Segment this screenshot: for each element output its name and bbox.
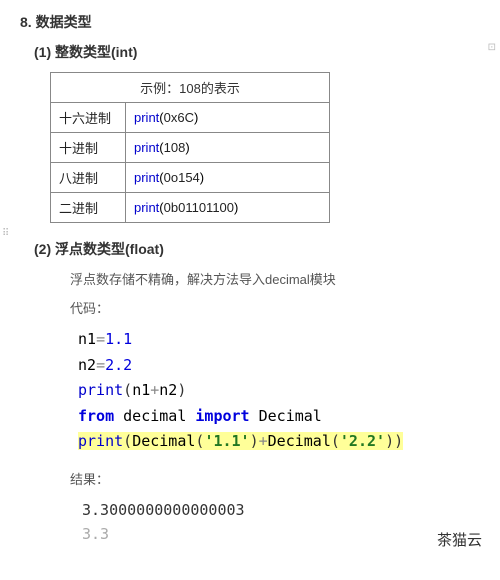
code-line: print(n1+n2) xyxy=(78,378,480,404)
code-line: n1=1.1 xyxy=(78,327,480,353)
table-row: 八进制 print(0o154) xyxy=(51,163,330,193)
row-label: 十六进制 xyxy=(51,103,126,133)
output-block: 3.3000000000000003 3.3 xyxy=(82,498,480,546)
section-number: 8. xyxy=(20,14,32,30)
row-code: print(0x6C) xyxy=(126,103,330,133)
watermark-text: 茶猫云 xyxy=(437,529,482,550)
code-line: from decimal import Decimal xyxy=(78,404,480,430)
subsection-1-title: (1) 整数类型(int) xyxy=(34,42,480,62)
section-title-text: 数据类型 xyxy=(36,14,92,30)
row-code: print(108) xyxy=(126,133,330,163)
row-label: 八进制 xyxy=(51,163,126,193)
int-representation-table: 示例：108的表示 十六进制 print(0x6C) 十进制 print(108… xyxy=(50,72,330,223)
code-line: print(Decimal('1.1')+Decimal('2.2')) xyxy=(78,429,480,455)
margin-marker-right: ⊡ xyxy=(488,42,496,53)
table-header: 示例：108的表示 xyxy=(51,73,330,103)
float-description: 浮点数存储不精确，解决方法导入decimal模块 xyxy=(70,269,480,288)
subsection-2-title: (2) 浮点数类型(float) xyxy=(34,239,480,259)
row-code: print(0o154) xyxy=(126,163,330,193)
row-label: 二进制 xyxy=(51,193,126,223)
table-row: 十六进制 print(0x6C) xyxy=(51,103,330,133)
table-row: 十进制 print(108) xyxy=(51,133,330,163)
code-block: n1=1.1 n2=2.2 print(n1+n2) from decimal … xyxy=(78,327,480,455)
code-label: 代码： xyxy=(70,298,480,317)
section-heading: 8. 数据类型 xyxy=(20,12,480,32)
table-row: 二进制 print(0b01101100) xyxy=(51,193,330,223)
output-line: 3.3 xyxy=(82,522,480,546)
code-line: n2=2.2 xyxy=(78,353,480,379)
margin-marker-left: ⠿ xyxy=(2,228,9,239)
row-code: print(0b01101100) xyxy=(126,193,330,223)
output-line: 3.3000000000000003 xyxy=(82,498,480,522)
result-label: 结果： xyxy=(70,469,480,488)
int-table-wrapper: 示例：108的表示 十六进制 print(0x6C) 十进制 print(108… xyxy=(50,72,480,223)
row-label: 十进制 xyxy=(51,133,126,163)
